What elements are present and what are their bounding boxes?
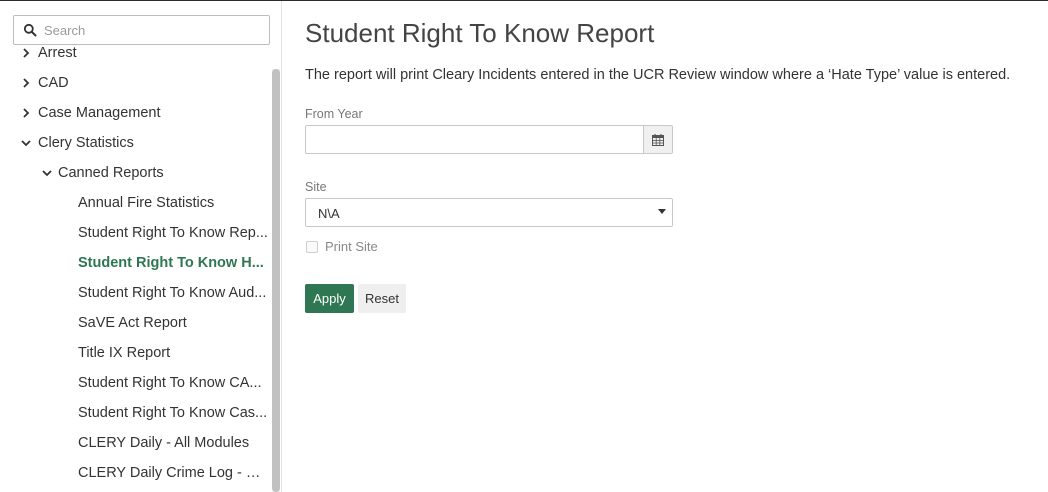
sidebar-item-student-right-to-know-report[interactable]: Student Right To Know Rep... (0, 218, 268, 248)
site-label: Site (305, 180, 327, 194)
sidebar-item-case-management[interactable]: Case Management (0, 98, 268, 128)
chevron-down-icon (42, 170, 52, 177)
sidebar-item-label: Student Right To Know Rep... (78, 225, 268, 241)
sidebar-item-student-right-to-know-hate[interactable]: Student Right To Know H... (0, 248, 268, 278)
search-icon (23, 23, 37, 37)
print-site-label: Print Site (325, 239, 378, 254)
calendar-icon (652, 133, 664, 146)
sidebar-item-student-right-to-know-audit[interactable]: Student Right To Know Aud... (0, 278, 268, 308)
sidebar: Arrest CAD Case Management Clery Statist… (0, 1, 282, 492)
sidebar-item-title-ix-report[interactable]: Title IX Report (0, 338, 268, 368)
report-tree: Arrest CAD Case Management Clery Statist… (0, 37, 270, 492)
sidebar-scrollbar-thumb[interactable] (272, 69, 280, 492)
sidebar-item-student-right-to-know-case[interactable]: Student Right To Know Cas... (0, 398, 268, 428)
caret-down-icon (658, 209, 666, 214)
from-year-label: From Year (305, 107, 363, 121)
sidebar-item-label: Title IX Report (78, 345, 171, 361)
sidebar-item-label: CLERY Daily - All Modules (78, 435, 250, 451)
sidebar-item-label: Student Right To Know Aud... (78, 285, 267, 301)
reset-button[interactable]: Reset (358, 284, 406, 313)
report-description: The report will print Cleary Incidents e… (305, 67, 1011, 83)
sidebar-item-arrest[interactable]: Arrest (0, 38, 268, 68)
sidebar-item-label: Case Management (38, 105, 161, 121)
sidebar-item-cad[interactable]: CAD (0, 68, 268, 98)
sidebar-item-clery-daily-crime-log[interactable]: CLERY Daily Crime Log - Ca... (0, 458, 268, 488)
sidebar-item-label: CAD (38, 75, 69, 91)
sidebar-item-save-act-report[interactable]: SaVE Act Report (0, 308, 268, 338)
chevron-right-icon (23, 78, 30, 88)
sidebar-item-annual-fire-statistics[interactable]: Annual Fire Statistics (0, 188, 268, 218)
sidebar-item-clery-statistics[interactable]: Clery Statistics (0, 128, 268, 158)
sidebar-item-label: Student Right To Know CA... (78, 375, 262, 391)
site-selected-value: N\A (318, 206, 340, 221)
calendar-button[interactable] (643, 125, 673, 154)
sidebar-item-label: Student Right To Know H... (78, 255, 264, 271)
chevron-right-icon (23, 108, 30, 118)
chevron-right-icon (23, 48, 30, 58)
report-panel: Student Right To Know Report The report … (305, 0, 1045, 492)
sidebar-item-student-right-to-know-cad[interactable]: Student Right To Know CA... (0, 368, 268, 398)
sidebar-item-label: CLERY Daily Crime Log - Ca... (78, 465, 268, 481)
chevron-down-icon (21, 140, 31, 147)
from-year-input[interactable] (305, 125, 644, 154)
sidebar-item-label: Arrest (38, 45, 77, 61)
apply-button[interactable]: Apply (305, 284, 354, 313)
site-select[interactable]: N\A (305, 198, 673, 227)
page-title: Student Right To Know Report (305, 18, 655, 48)
sidebar-item-clery-daily-all-modules[interactable]: CLERY Daily - All Modules (0, 428, 268, 458)
sidebar-item-label: Canned Reports (58, 165, 164, 181)
sidebar-item-label: Student Right To Know Cas... (78, 405, 268, 421)
sidebar-item-label: Annual Fire Statistics (78, 195, 215, 211)
sidebar-item-canned-reports[interactable]: Canned Reports (0, 158, 268, 188)
sidebar-item-label: Clery Statistics (38, 135, 134, 151)
print-site-checkbox[interactable] (306, 241, 318, 253)
sidebar-item-label: SaVE Act Report (78, 315, 187, 331)
